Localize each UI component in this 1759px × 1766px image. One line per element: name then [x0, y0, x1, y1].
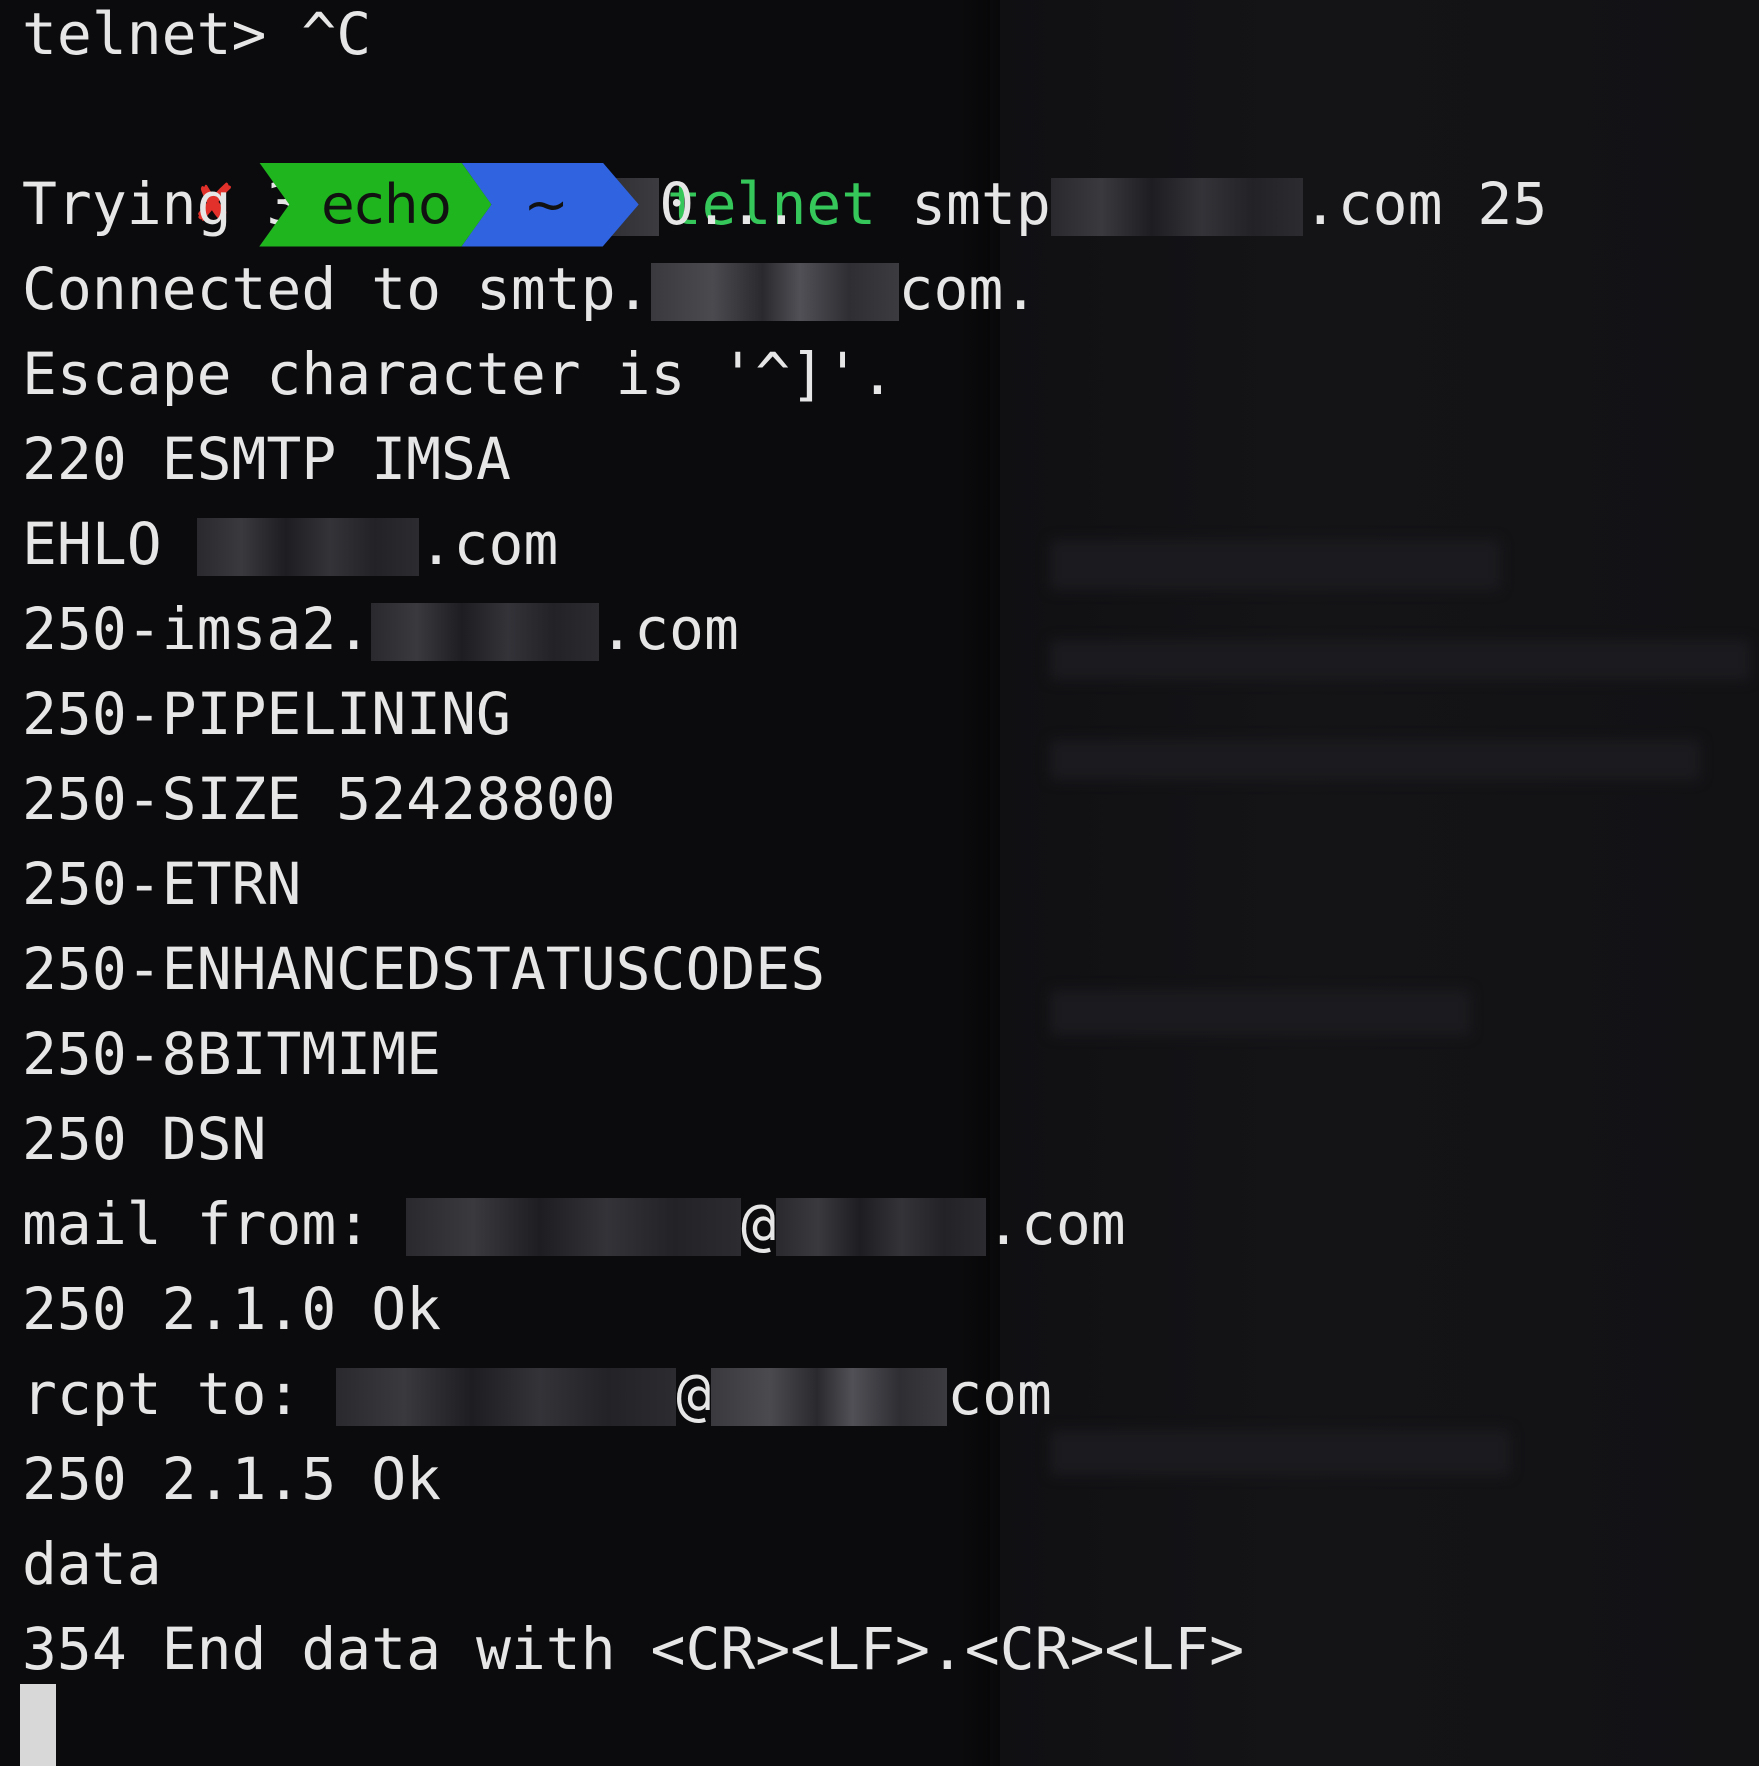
- prompt-user-segment: echo: [259, 163, 491, 247]
- response-line: 250 2.1.5 Ok: [22, 1445, 442, 1513]
- terminal-line: 250 2.1.0 Ok: [22, 1267, 1759, 1352]
- terminal-line: 250-imsa2. .com: [22, 587, 1759, 672]
- terminal-line: 250-PIPELINING: [22, 672, 1759, 757]
- terminal-line: telnet> ^C: [22, 0, 1759, 77]
- redacted-block: [371, 603, 600, 661]
- text-cursor: [20, 1684, 56, 1766]
- terminal-output[interactable]: telnet> ^C ✘ echo ~ telnet smtp .com 25 T…: [22, 0, 1759, 1692]
- ehlo-command: EHLO: [22, 510, 197, 578]
- smtp-banner: 220 ESMTP IMSA: [22, 425, 511, 493]
- mail-from-suffix: .com: [986, 1190, 1126, 1258]
- prompt-line: ✘ echo ~ telnet smtp .com 25: [22, 77, 1759, 162]
- terminal-line: 250-SIZE 52428800: [22, 757, 1759, 842]
- terminal-line: 220 ESMTP IMSA: [22, 417, 1759, 502]
- rcpt-suffix: com: [947, 1360, 1052, 1428]
- redacted-block: [406, 1198, 742, 1256]
- at-sign: @: [741, 1190, 777, 1258]
- terminal-line: Connected to smtp. com.: [22, 247, 1759, 332]
- response-host: 250-imsa2.: [22, 595, 372, 663]
- prompt-dir: ~: [523, 173, 569, 236]
- prompt-user: echo: [321, 173, 452, 236]
- connected-text: Connected to smtp.: [22, 255, 651, 323]
- mail-from-command: mail from:: [22, 1190, 407, 1258]
- redacted-block: [196, 518, 419, 576]
- terminal-line: mail from: @ .com: [22, 1182, 1759, 1267]
- response-line: 250-PIPELINING: [22, 680, 511, 748]
- at-sign: @: [676, 1360, 712, 1428]
- ehlo-suffix: .com: [418, 510, 559, 578]
- response-host-suffix: .com: [599, 595, 739, 663]
- terminal-line: 250 2.1.5 Ok: [22, 1437, 1759, 1522]
- redacted-block: [650, 263, 899, 321]
- terminal-line: data: [22, 1522, 1759, 1607]
- redacted-block: [711, 1368, 948, 1426]
- prev-command-text: telnet> ^C: [22, 0, 372, 68]
- escape-text: Escape character is '^]'.: [22, 340, 895, 408]
- rcpt-to-command: rcpt to:: [22, 1360, 337, 1428]
- response-line: 250-ETRN: [22, 850, 302, 918]
- redacted-block: [336, 1368, 677, 1426]
- terminal-line: 250-8BITMIME: [22, 1012, 1759, 1097]
- terminal-line: 250-ETRN: [22, 842, 1759, 927]
- terminal-line: 250-ENHANCEDSTATUSCODES: [22, 927, 1759, 1012]
- response-line: 250-SIZE 52428800: [22, 765, 616, 833]
- response-line: 250-8BITMIME: [22, 1020, 442, 1088]
- trying-suffix: 0...: [659, 170, 799, 238]
- data-command: data: [22, 1530, 162, 1598]
- response-line: 250 2.1.0 Ok: [22, 1275, 442, 1343]
- terminal-line: EHLO .com: [22, 502, 1759, 587]
- redacted-block: [776, 1198, 987, 1256]
- response-line: 250 DSN: [22, 1105, 267, 1173]
- terminal-line: 354 End data with <CR><LF>.<CR><LF>: [22, 1607, 1759, 1692]
- connected-suffix: com.: [898, 255, 1039, 323]
- response-line: 354 End data with <CR><LF>.<CR><LF>: [22, 1615, 1245, 1683]
- terminal-line: rcpt to: @ com: [22, 1352, 1759, 1437]
- terminal-line: 250 DSN: [22, 1097, 1759, 1182]
- terminal-line: Escape character is '^]'.: [22, 332, 1759, 417]
- response-line: 250-ENHANCEDSTATUSCODES: [22, 935, 826, 1003]
